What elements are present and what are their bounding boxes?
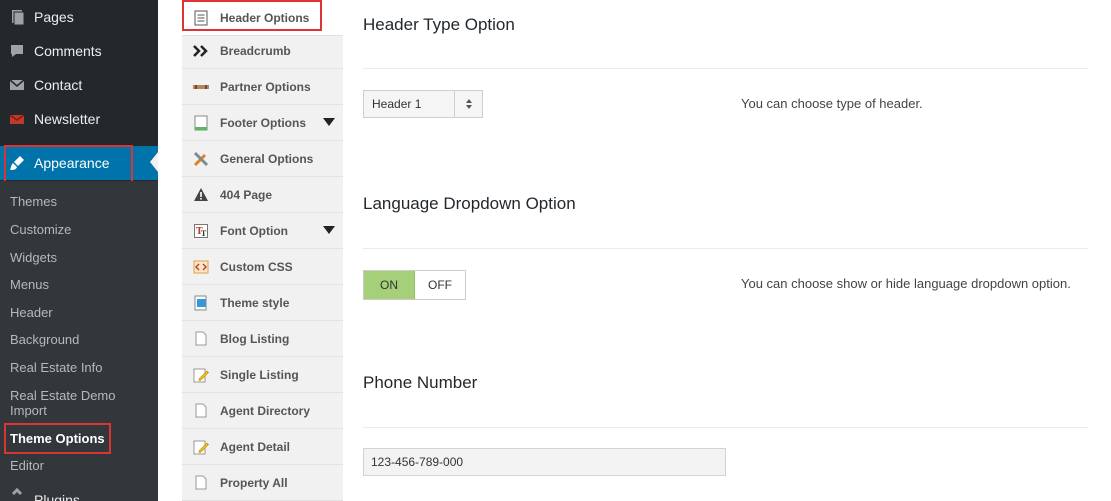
tab-breadcrumb[interactable]: Breadcrumb [182,33,343,69]
divider [363,68,1088,69]
mail-icon [0,76,34,94]
submenu-background[interactable]: Background [10,332,79,347]
blank-page-icon [182,475,220,490]
tab-label: Single Listing [220,367,299,382]
highlight-box-theme-options [4,423,111,454]
menu-item-label: Plugins [34,492,80,501]
submenu-widgets[interactable]: Widgets [10,250,57,265]
expand-caret-icon[interactable] [323,118,335,126]
font-icon: TT [182,223,220,238]
menu-item-pages[interactable]: Pages [0,0,158,34]
phone-number-input[interactable]: 123-456-789-000 [363,448,726,476]
updown-arrows-icon [454,91,482,117]
menu-item-contact[interactable]: Contact [0,68,158,102]
submenu-header[interactable]: Header [10,305,53,320]
tab-label: Breadcrumb [220,43,291,58]
tab-partner-options[interactable]: Partner Options [182,69,343,105]
tab-label: General Options [220,151,314,166]
tab-agent-detail[interactable]: Agent Detail [182,429,343,465]
tab-single-listing[interactable]: Single Listing [182,357,343,393]
menu-item-comments[interactable]: Comments [0,34,158,68]
divider [363,427,1088,428]
expand-caret-icon[interactable] [323,226,335,234]
submenu-real-estate-demo-import[interactable]: Real Estate Demo Import [10,388,130,418]
menu-item-newsletter[interactable]: Newsletter [0,102,158,136]
toggle-on-button[interactable]: ON [364,271,415,299]
menu-item-label: Contact [34,77,83,93]
plugins-icon [0,486,34,501]
submenu-customize[interactable]: Customize [10,222,71,237]
tab-label: Property All [220,475,288,490]
tab-agent-directory[interactable]: Agent Directory [182,393,343,429]
double-chevron-icon [182,44,220,57]
admin-sidebar: Pages Comments Contact Newsletter Appear… [0,0,158,501]
pages-icon [0,8,34,26]
tab-blog-listing[interactable]: Blog Listing [182,321,343,357]
section-title-header-type: Header Type Option [363,15,515,34]
menu-item-label: Newsletter [34,111,101,127]
menu-item-plugins[interactable]: Plugins [0,486,158,501]
code-icon [182,260,220,274]
highlight-box-appearance [4,145,133,186]
options-panel: Header Type Option Header 1 You can choo… [343,0,1111,501]
tab-property-all[interactable]: Property All [182,465,343,501]
tab-label: 404 Page [220,187,273,202]
header-type-select[interactable]: Header 1 [363,90,483,118]
tab-label: Custom CSS [220,259,293,274]
theme-options-tabs: Header Options Breadcrumb Partner Option… [182,0,343,501]
screen: Pages Comments Contact Newsletter Appear… [0,0,1111,501]
partner-icon [182,82,220,92]
select-value: Header 1 [372,97,422,111]
newsletter-icon [0,110,34,128]
tools-icon [182,151,220,167]
menu-item-label: Comments [34,43,102,59]
submenu-real-estate-info[interactable]: Real Estate Info [10,360,103,375]
highlight-box-header-options [182,0,322,31]
submenu-menus[interactable]: Menus [10,277,49,292]
menu-item-label: Pages [34,9,74,25]
tab-general-options[interactable]: General Options [182,141,343,177]
tab-footer-options[interactable]: Footer Options [182,105,343,141]
svg-text:T: T [201,229,207,238]
edit-page-icon [182,439,220,455]
language-dropdown-toggle[interactable]: ON OFF [363,270,466,300]
tab-label: Agent Directory [220,403,311,418]
tab-404-page[interactable]: 404 Page [182,177,343,213]
submenu-themes[interactable]: Themes [10,194,57,209]
section-title-language-dropdown: Language Dropdown Option [363,194,576,213]
tab-custom-css[interactable]: Custom CSS [182,249,343,285]
header-type-description: You can choose type of header. [741,96,923,111]
tab-label: Font Option [220,223,288,238]
tab-label: Agent Detail [220,439,291,454]
tab-font-option[interactable]: TT Font Option [182,213,343,249]
tab-label: Theme style [220,295,290,310]
tab-label: Footer Options [220,115,306,130]
tab-label: Partner Options [220,79,311,94]
tab-label: Blog Listing [220,331,290,346]
blank-page-icon [182,403,220,418]
section-title-phone-number: Phone Number [363,373,478,392]
divider [363,248,1088,249]
theme-style-icon [182,295,220,311]
comments-icon [0,42,34,60]
warning-icon [182,187,220,202]
language-dropdown-description: You can choose show or hide language dro… [741,276,1071,291]
toggle-off-button[interactable]: OFF [415,271,465,299]
edit-page-icon [182,367,220,383]
tab-theme-style[interactable]: Theme style [182,285,343,321]
submenu-editor[interactable]: Editor [10,458,44,473]
footer-page-icon [182,115,220,131]
blank-page-icon [182,331,220,346]
